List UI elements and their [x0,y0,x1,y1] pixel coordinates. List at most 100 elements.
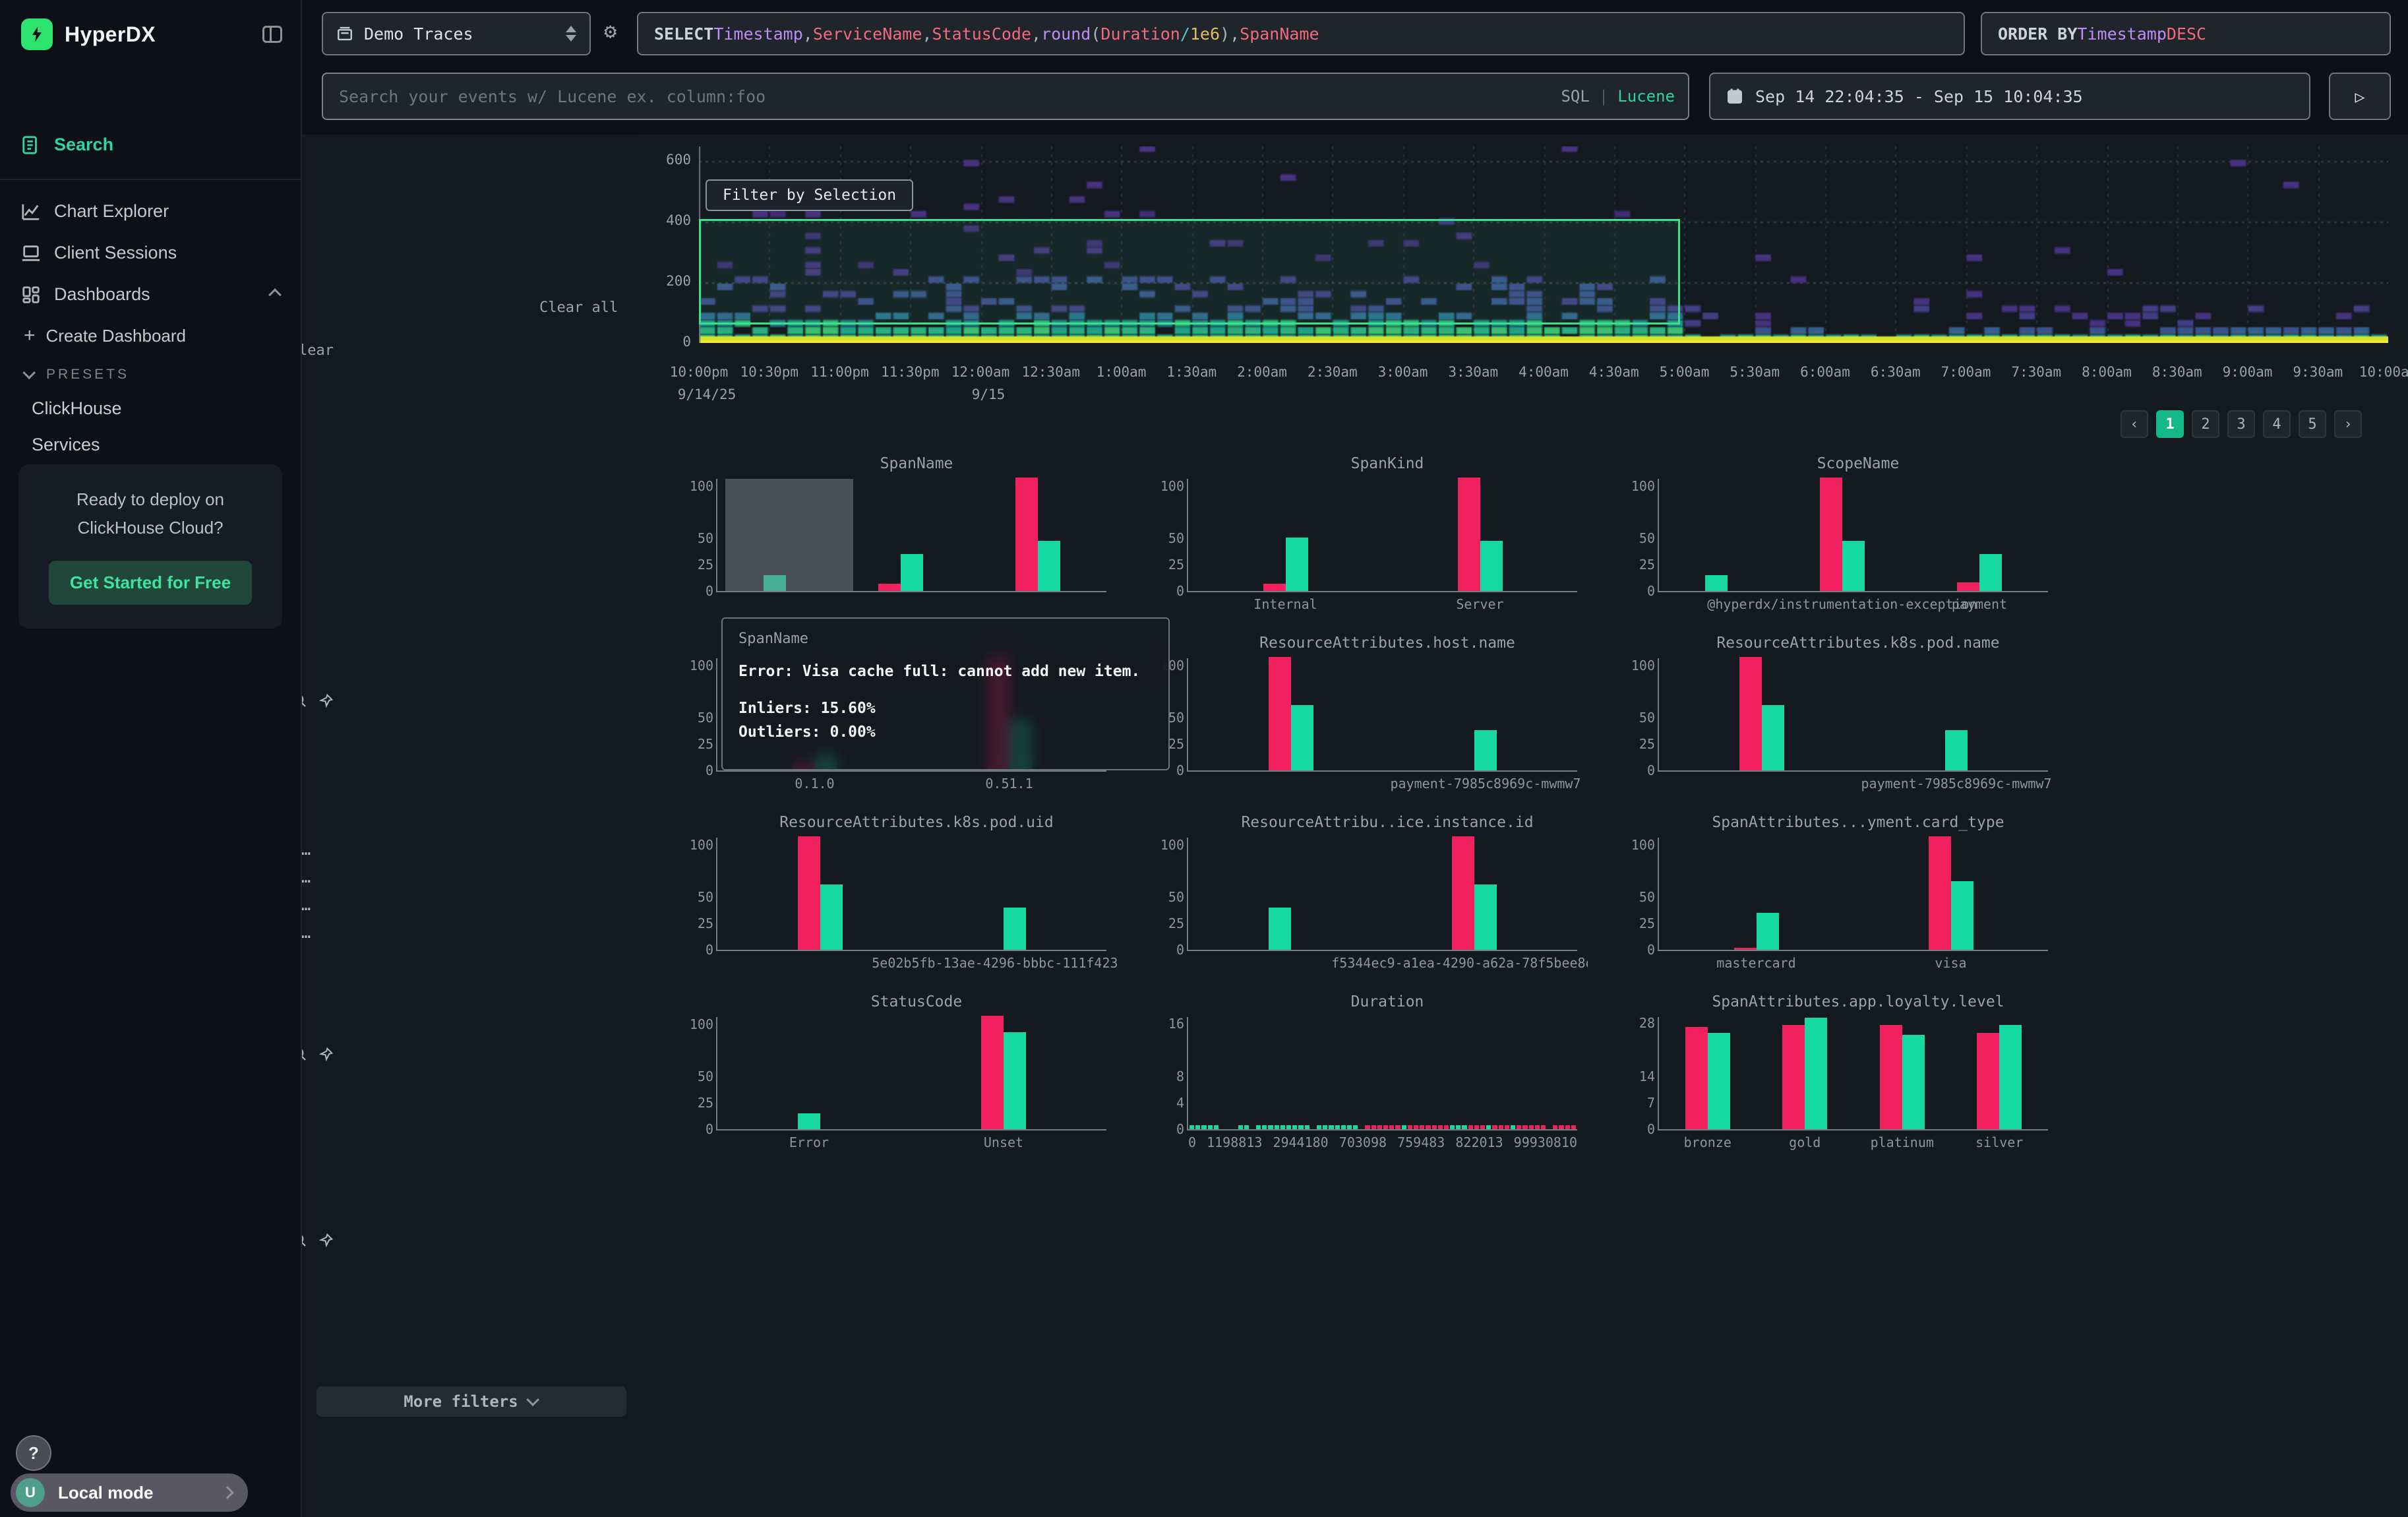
pin-icon[interactable] [319,693,334,712]
pin-icon[interactable] [319,1047,334,1065]
date-range-value: Sep 14 22:04:35 - Sep 15 10:04:35 [1755,87,2083,106]
pagination-page-3[interactable]: 3 [2227,410,2255,438]
heatmap-x-tick: 1:00am [1097,364,1147,380]
chart-x-tick: 2944180 [1273,1134,1328,1150]
inlier-bar [820,884,843,950]
chart-y-tick: 50 [1168,889,1184,905]
heatmap-x-tick: 5:30am [1730,364,1780,380]
date-range-picker[interactable]: Sep 14 22:04:35 - Sep 15 10:04:35 [1709,73,2310,120]
mini-chart-scopename: ScopeName10050250@hyperdx/instrumentatio… [1623,455,2059,629]
chart-y-tick: 50 [1168,710,1184,726]
clear-all-button[interactable]: Clear all [539,299,618,316]
pin-icon[interactable] [319,1233,334,1251]
sidebar-item-label: Dashboards [54,284,150,305]
chart-title: SpanName [716,455,1117,476]
lang-sql-toggle[interactable]: SQL [1561,87,1589,106]
inlier-bar [1269,908,1291,950]
heatmap-x-tick: 3:30am [1448,364,1498,380]
sidebar-collapse-icon[interactable] [262,26,282,43]
pagination-page-2[interactable]: 2 [2192,410,2219,438]
chart-y-tick: 25 [698,915,713,931]
bar-group [798,836,843,950]
chart-y-tick: 25 [1639,557,1655,573]
inlier-bar [1004,1032,1026,1129]
bar-group: Error [798,1113,820,1129]
heatmap-x-tick: 1:30am [1166,364,1217,380]
chart-title: ResourceAttributes.k8s.pod.name [1658,635,2059,656]
chart-y-tick: 16 [1168,1016,1184,1032]
sql-token: Timestamp [2077,24,2166,44]
presets-toggle[interactable]: PRESETS [0,356,301,390]
bar-group [1705,575,1728,591]
run-query-button[interactable]: ▷ [2329,73,2391,120]
chart-y-tick: 100 [1631,658,1655,673]
chart-y-tick: 4 [1176,1095,1184,1111]
heatmap-x-tick: 11:00pm [810,364,869,380]
filter-by-selection-button[interactable]: Filter by Selection [706,179,913,211]
chart-bar-groups: @hyperdx/instrumentation-exceptionpaymen… [1659,479,2048,591]
chart-y-tick: 14 [1639,1068,1655,1084]
heatmap-x-tick: 3:00am [1378,364,1428,380]
sidebar-item-search[interactable]: Search [0,124,301,166]
sidebar-item-clickhouse[interactable]: ClickHouse [0,390,301,427]
divider [0,179,301,180]
search-input[interactable] [323,87,1688,106]
pagination-prev-button[interactable]: ‹ [2121,410,2148,438]
chart-x-tick: 703098 [1339,1134,1387,1150]
clickhouse-cloud-promo: Ready to deploy on ClickHouse Cloud? Get… [18,464,282,629]
create-dashboard-button[interactable]: + Create Dashboard [0,315,301,356]
chevron-right-icon [221,1486,234,1499]
pagination-next-button[interactable]: › [2334,410,2362,438]
outlier-bar [1739,657,1762,770]
sidebar-item-client-sessions[interactable]: Client Sessions [0,232,301,274]
pagination-page-1[interactable]: 1 [2156,410,2184,438]
heatmap-x-tick: 2:30am [1308,364,1358,380]
sidebar-item-dashboards[interactable]: Dashboards [0,274,301,315]
bar-group: visa [1929,836,1973,950]
gear-icon[interactable]: ⚙ [604,18,617,44]
chart-y-tick: 28 [1639,1015,1655,1031]
heatmap-x-tick: 9:30am [2293,364,2343,380]
inlier-bar [1474,730,1497,770]
chart-y-tick: 50 [1639,530,1655,546]
bar-group: platinum [1880,1025,1925,1129]
local-mode-label: Local mode [58,1483,153,1503]
pagination-page-4[interactable]: 4 [2263,410,2291,438]
bar-group: bronze [1685,1027,1730,1129]
chart-y-tick: 50 [698,889,713,905]
mini-chart-resourceattributes-k8s-pod-name: ResourceAttributes.k8s.pod.name10050250p… [1623,635,2059,809]
bar-group-label: Server [1456,596,1503,612]
tooltip-outliers: Outliers: 0.00% [738,720,1153,745]
sidebar-item-label: Chart Explorer [54,201,169,222]
local-mode-menu[interactable]: U Local mode [11,1473,248,1512]
help-button[interactable]: ? [16,1435,51,1471]
bar-group [1739,657,1784,770]
inlier-bar [1762,705,1784,770]
sql-select-input[interactable]: SELECT Timestamp, ServiceName, StatusCod… [637,12,1965,55]
get-started-button[interactable]: Get Started for Free [49,561,252,605]
heatmap-selection-region[interactable] [699,219,1680,325]
sidebar-item-services[interactable]: Services [0,427,301,463]
more-filters-button[interactable]: More filters [316,1386,626,1417]
lang-lucene-toggle[interactable]: Lucene [1617,87,1675,106]
bar-group-label: @hyperdx/instrumentation-exception [1707,596,1977,612]
pagination-page-5[interactable]: 5 [2299,410,2326,438]
bar-group [1015,478,1060,591]
source-select[interactable]: Demo Traces [322,12,591,55]
inlier-bar [1757,913,1779,950]
chart-plot-area: 10050250mastercardvisa [1658,838,2048,951]
inlier-bar [1842,541,1865,591]
heatmap-date-label: 9/14/25 [678,387,737,402]
chart-plot-area: 1684001198813294418070309875948382201399… [1187,1017,1577,1130]
chart-y-tick: 25 [698,736,713,752]
sql-orderby-input[interactable]: ORDER BY Timestamp DESC [1981,12,2391,55]
bar-group: gold [1782,1018,1827,1129]
sidebar-item-chart-explorer[interactable]: Chart Explorer [0,191,301,232]
chart-bar-groups: bronzegoldplatinumsilver [1659,1017,2048,1129]
bar-group: payment-7985c8969c-mwmw7 [1945,730,1968,770]
outlier-bar [1015,478,1038,591]
bar-group-label: payment-7985c8969c-mwmw7 [1861,776,2052,791]
chart-y-tick: 50 [1639,889,1655,905]
chart-y-tick: 50 [1639,710,1655,726]
sql-token: DESC [2167,24,2206,44]
